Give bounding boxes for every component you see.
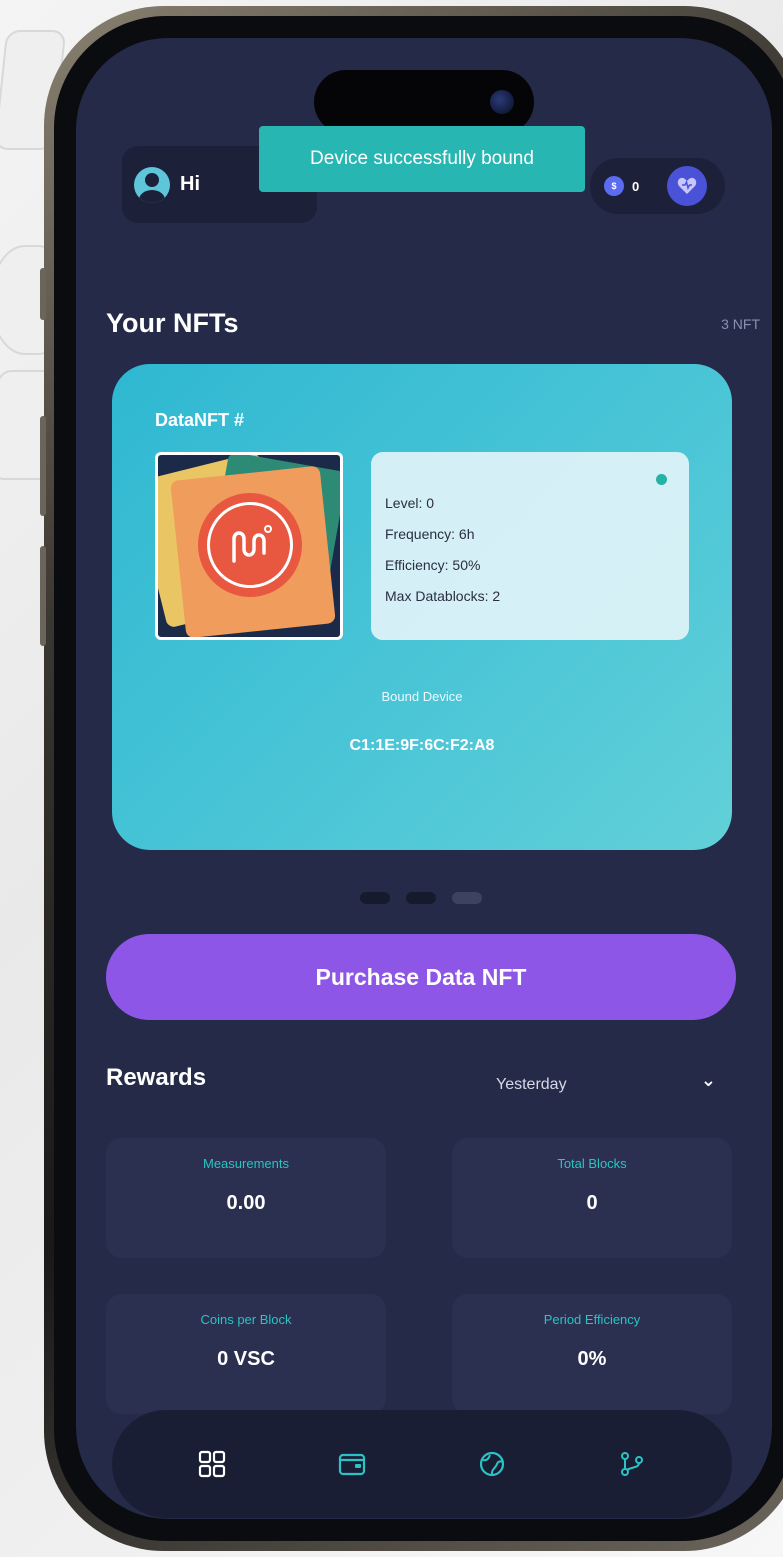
bottom-tab-bar — [112, 1410, 732, 1518]
metric-label: Coins per Block — [200, 1312, 292, 1327]
greeting-text: Hi — [180, 173, 200, 195]
phone-frame: Hi Device successfully bound $ 0 Your NF… — [40, 6, 783, 1551]
nft-logo-icon — [198, 493, 302, 597]
metric-value: 0% — [577, 1348, 607, 1370]
stat-level: Level: 0 — [385, 495, 435, 511]
bound-device-label: Bound Device — [381, 689, 463, 704]
metric-label: Period Efficiency — [543, 1312, 641, 1327]
nft-card[interactable]: DataNFT # Level: 0 Frequency: 6h Efficie… — [112, 364, 732, 850]
nft-name: DataNFT # — [155, 410, 245, 430]
period-value: Yesterday — [496, 1076, 567, 1093]
stat-max-datablocks: Max Datablocks: 2 — [385, 588, 501, 604]
coin-count: 0 — [632, 178, 640, 194]
metric-measurements: Measurements 0.00 — [106, 1138, 386, 1258]
mute-switch — [40, 268, 46, 320]
carousel-pagination — [360, 892, 482, 904]
stat-efficiency: Efficiency: 50% — [385, 557, 481, 573]
nft-image — [155, 452, 343, 640]
period-dropdown[interactable]: Yesterday ⌄ — [496, 1068, 716, 1102]
metric-value: 0.00 — [226, 1192, 266, 1214]
dynamic-island — [314, 70, 534, 134]
metric-label: Measurements — [203, 1156, 289, 1171]
nft-stats-panel: Level: 0 Frequency: 6h Efficiency: 50% M… — [371, 452, 689, 640]
your-nfts-title: Your NFTs — [106, 308, 239, 338]
phone-bezel: Hi Device successfully bound $ 0 Your NF… — [54, 16, 783, 1541]
bound-device-address: C1:1E:9F:6C:F2:A8 — [349, 737, 495, 754]
purchase-data-nft-button[interactable]: Purchase Data NFT — [106, 934, 736, 1020]
volume-down-button — [40, 546, 46, 646]
metric-period-efficiency: Period Efficiency 0% — [452, 1294, 732, 1414]
metric-coins-per-block: Coins per Block 0 VSC — [106, 1294, 386, 1414]
user-avatar-icon — [134, 166, 170, 203]
status-dot — [656, 474, 667, 485]
wallet-balance[interactable]: $ 0 — [590, 158, 725, 214]
branch-icon[interactable] — [608, 1440, 656, 1488]
rewards-title: Rewards — [106, 1064, 207, 1091]
nft-count: 3 NFT — [721, 316, 760, 332]
pagination-dot[interactable] — [360, 892, 390, 904]
heart-icon[interactable] — [667, 166, 707, 206]
pagination-dot[interactable] — [406, 892, 436, 904]
dashboard-icon[interactable] — [188, 1440, 236, 1488]
stat-frequency: Frequency: 6h — [385, 526, 475, 542]
volume-up-button — [40, 416, 46, 516]
metric-label: Total Blocks — [557, 1156, 627, 1171]
app-screen: Hi Device successfully bound $ 0 Your NF… — [76, 38, 772, 1519]
chevron-down-icon: ⌄ — [700, 1070, 716, 1090]
metric-value: 0 VSC — [217, 1348, 275, 1370]
wallet-icon[interactable] — [328, 1440, 376, 1488]
coin-icon: $ — [604, 176, 624, 196]
pagination-dot[interactable] — [452, 892, 482, 904]
toast-notification: Device successfully bound — [259, 126, 585, 192]
globe-icon[interactable] — [468, 1440, 516, 1488]
camera-icon — [490, 90, 514, 114]
metric-value: 0 — [586, 1192, 598, 1214]
metric-total-blocks: Total Blocks 0 — [452, 1138, 732, 1258]
